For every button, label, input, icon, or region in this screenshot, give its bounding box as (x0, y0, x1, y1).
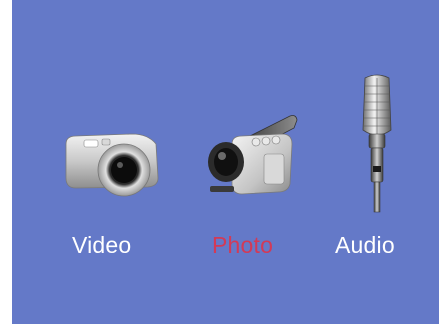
media-menu-screen: Video Photo Audio (12, 0, 439, 324)
menu-item-photo[interactable]: Photo (202, 0, 312, 324)
camcorder-icon (202, 110, 302, 205)
menu-item-label: Audio (335, 232, 395, 258)
digital-camera-icon (62, 130, 162, 205)
menu-item-video[interactable]: Video (52, 0, 172, 324)
microphone-icon (347, 70, 407, 220)
menu-item-audio[interactable]: Audio (327, 0, 427, 324)
menu-item-label: Photo (212, 232, 274, 258)
menu-item-label: Video (72, 232, 132, 258)
